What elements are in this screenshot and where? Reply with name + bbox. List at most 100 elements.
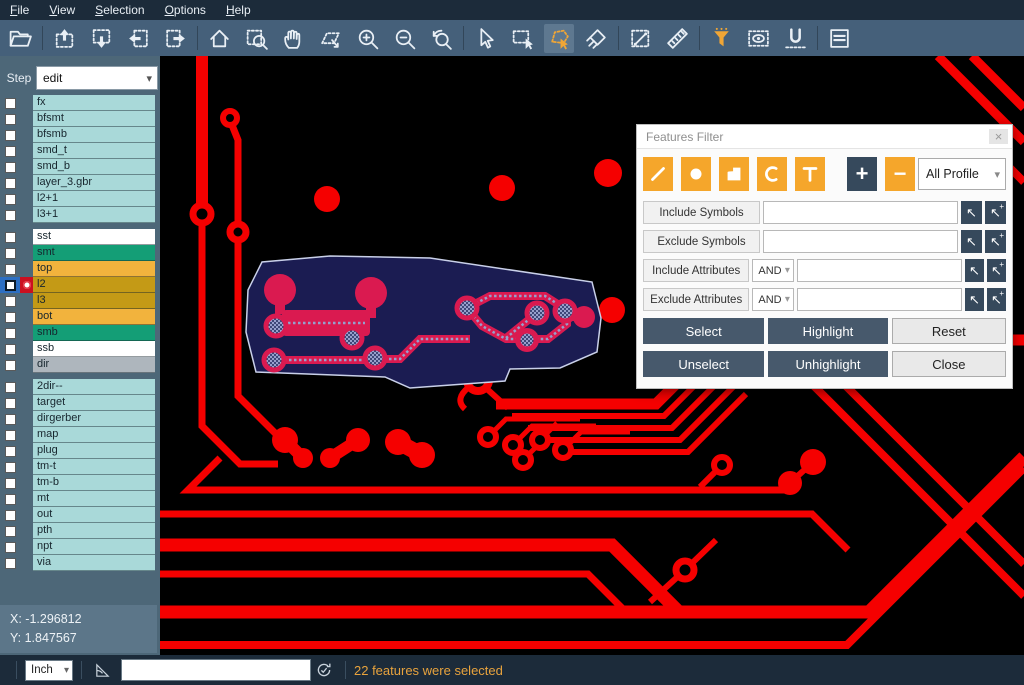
ruler-button[interactable] (662, 24, 692, 53)
layers-table-button[interactable] (824, 24, 854, 53)
menu-options[interactable]: Options (155, 0, 216, 20)
layer-checkbox[interactable] (0, 539, 20, 555)
layer-checkbox[interactable] (0, 411, 20, 427)
layer-checkbox[interactable] (0, 475, 20, 491)
layer-name[interactable]: sst (33, 229, 155, 245)
pan-hand-button[interactable] (278, 24, 308, 53)
polygon-select-button[interactable] (544, 24, 574, 53)
layer-checkbox[interactable] (0, 357, 20, 373)
zoom-window-button[interactable] (241, 24, 271, 53)
layer-checkbox[interactable] (0, 523, 20, 539)
layer-checkbox[interactable] (0, 555, 20, 571)
include-attributes-button[interactable]: Include Attributes (643, 259, 749, 282)
layer-checkbox[interactable] (0, 191, 20, 207)
pan-up-button[interactable] (49, 24, 79, 53)
layer-name[interactable]: tm-t (33, 459, 155, 475)
layer-checkbox[interactable] (0, 507, 20, 523)
menu-selection[interactable]: Selection (85, 0, 154, 20)
layer-name[interactable]: l2+1 (33, 191, 155, 207)
text-feature-button[interactable] (795, 157, 825, 191)
layer-name[interactable]: bfsmb (33, 127, 155, 143)
angle-mode-icon[interactable] (94, 662, 111, 679)
layer-active-indicator[interactable] (20, 95, 33, 111)
layer-checkbox[interactable] (0, 261, 20, 277)
layer-checkbox[interactable] (0, 309, 20, 325)
layer-active-indicator[interactable] (20, 325, 33, 341)
pad-feature-button[interactable] (681, 157, 711, 191)
features-filter-button[interactable] (706, 24, 736, 53)
layer-active-indicator[interactable] (20, 395, 33, 411)
layer-active-indicator[interactable] (20, 245, 33, 261)
open-folder-button[interactable] (5, 24, 35, 53)
logic-operator-select[interactable]: AND (752, 259, 794, 282)
pick-add-from-canvas-button[interactable]: ↖+ (987, 288, 1006, 311)
layer-checkbox[interactable] (0, 293, 20, 309)
layer-active-indicator[interactable] (20, 143, 33, 159)
layer-active-indicator[interactable] (20, 491, 33, 507)
refresh-check-icon[interactable] (315, 661, 333, 679)
layer-name[interactable]: bot (33, 309, 155, 325)
unit-select[interactable]: Inch (25, 660, 73, 681)
layer-checkbox[interactable] (0, 95, 20, 111)
rectangle-select-button[interactable] (507, 24, 537, 53)
layer-checkbox[interactable] (0, 229, 20, 245)
layer-active-indicator[interactable] (20, 507, 33, 523)
layer-active-indicator[interactable] (20, 427, 33, 443)
layer-active-indicator[interactable] (20, 459, 33, 475)
zoom-out-button[interactable] (389, 24, 419, 53)
menu-help[interactable]: Help (216, 0, 261, 20)
layer-name[interactable]: smt (33, 245, 155, 261)
include-symbols-button[interactable]: Include Symbols (643, 201, 760, 224)
layer-checkbox[interactable] (0, 459, 20, 475)
pick-from-canvas-button[interactable]: ↖ (965, 259, 984, 282)
close-button[interactable]: Close (892, 351, 1006, 377)
view-options-button[interactable] (743, 24, 773, 53)
layer-name[interactable]: via (33, 555, 155, 571)
exclude-attributes-input[interactable] (797, 288, 962, 311)
unhighlight-button[interactable]: Unhighlight (768, 351, 887, 377)
layer-active-indicator[interactable] (20, 127, 33, 143)
exclude-attributes-button[interactable]: Exclude Attributes (643, 288, 749, 311)
surface-feature-button[interactable] (719, 157, 749, 191)
close-icon[interactable] (989, 129, 1008, 144)
menu-file[interactable]: File (0, 0, 39, 20)
layer-active-indicator[interactable] (20, 539, 33, 555)
exclude-symbols-input[interactable] (763, 230, 958, 253)
layer-checkbox[interactable] (0, 207, 20, 223)
select-arrow-button[interactable] (470, 24, 500, 53)
include-attributes-input[interactable] (797, 259, 962, 282)
layer-name[interactable]: tm-b (33, 475, 155, 491)
layer-name[interactable]: smd_t (33, 143, 155, 159)
layer-active-indicator[interactable] (20, 379, 33, 395)
layer-checkbox[interactable] (0, 325, 20, 341)
zoom-in-button[interactable] (352, 24, 382, 53)
layer-name[interactable]: dir (33, 357, 155, 373)
layer-name[interactable]: out (33, 507, 155, 523)
layer-active-indicator[interactable] (20, 277, 33, 293)
layer-name[interactable]: l2 (33, 277, 155, 293)
layer-checkbox[interactable] (0, 341, 20, 357)
dialog-title-bar[interactable]: Features Filter (637, 125, 1012, 149)
layer-name[interactable]: pth (33, 523, 155, 539)
layer-active-indicator[interactable] (20, 341, 33, 357)
command-input[interactable] (121, 659, 311, 681)
layer-active-indicator[interactable] (20, 159, 33, 175)
pan-right-button[interactable] (160, 24, 190, 53)
layer-checkbox[interactable] (0, 127, 20, 143)
layer-active-indicator[interactable] (20, 191, 33, 207)
layer-name[interactable]: bfsmt (33, 111, 155, 127)
layer-active-indicator[interactable] (20, 523, 33, 539)
layer-active-indicator[interactable] (20, 309, 33, 325)
layer-name[interactable]: dirgerber (33, 411, 155, 427)
layer-active-indicator[interactable] (20, 357, 33, 373)
pick-from-canvas-button[interactable]: ↖ (965, 288, 984, 311)
layer-checkbox[interactable] (0, 175, 20, 191)
pick-add-from-canvas-button[interactable]: ↖+ (985, 230, 1006, 253)
zoom-previous-button[interactable] (426, 24, 456, 53)
pick-add-from-canvas-button[interactable]: ↖+ (987, 259, 1006, 282)
layer-active-indicator[interactable] (20, 475, 33, 491)
step-select[interactable]: edit (36, 66, 158, 90)
layer-checkbox[interactable] (0, 111, 20, 127)
layer-active-indicator[interactable] (20, 261, 33, 277)
layer-checkbox[interactable] (0, 491, 20, 507)
